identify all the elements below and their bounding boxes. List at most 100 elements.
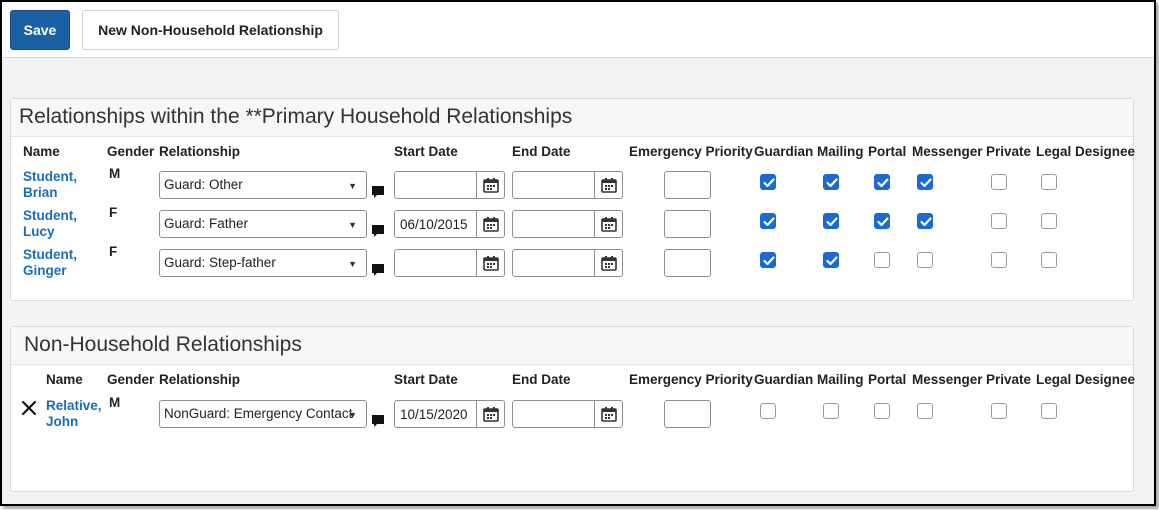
gender-value: M	[109, 395, 121, 410]
relationship-select[interactable]: Guard: Other ▼	[159, 171, 367, 199]
chevron-down-icon: ▼	[348, 410, 357, 420]
portal-checkbox[interactable]	[874, 213, 890, 229]
calendar-icon[interactable]	[476, 401, 504, 427]
table-row: Student, Lucy F Guard: Father ▼ 06/10/2015	[11, 205, 1133, 247]
calendar-icon[interactable]	[594, 401, 622, 427]
mailing-checkbox[interactable]	[823, 403, 839, 419]
checkmark-icon	[763, 178, 775, 188]
legal-designee-checkbox[interactable]	[1041, 174, 1057, 190]
comment-icon[interactable]	[371, 263, 385, 277]
relationship-select[interactable]: NonGuard: Emergency Contact ▼	[159, 400, 367, 428]
checkmark-icon	[877, 178, 889, 188]
person-name-link[interactable]: Student, Brian	[23, 169, 77, 201]
column-header-mailing: Mailing	[817, 372, 864, 387]
new-non-household-relationship-button[interactable]: New Non-Household Relationship	[82, 10, 339, 50]
guardian-checkbox[interactable]	[760, 213, 776, 229]
primary-household-panel: Relationships within the **Primary House…	[10, 98, 1136, 301]
calendar-icon[interactable]	[594, 172, 622, 198]
comment-icon[interactable]	[371, 224, 385, 238]
emergency-priority-field[interactable]	[664, 249, 711, 277]
start-date-field[interactable]: 10/15/2020	[394, 400, 505, 428]
column-header-name: Name	[46, 372, 83, 387]
column-header-name: Name	[23, 144, 60, 159]
save-button[interactable]: Save	[10, 10, 70, 50]
mailing-checkbox[interactable]	[823, 252, 839, 268]
person-name-link[interactable]: Student, Lucy	[23, 208, 77, 240]
mailing-checkbox[interactable]	[823, 213, 839, 229]
messenger-checkbox[interactable]	[917, 403, 933, 419]
column-header-messenger: Messenger	[912, 144, 983, 159]
portal-checkbox[interactable]	[874, 174, 890, 190]
comment-icon	[372, 186, 384, 198]
person-name-link[interactable]: Student, Ginger	[23, 247, 77, 279]
checkmark-icon	[920, 217, 932, 227]
column-header-end-date: End Date	[512, 372, 571, 387]
messenger-checkbox[interactable]	[917, 252, 933, 268]
column-header-gender: Gender	[107, 144, 155, 159]
calendar-icon[interactable]	[476, 172, 504, 198]
column-header-messenger: Messenger	[912, 372, 983, 387]
comment-icon[interactable]	[371, 414, 385, 428]
chevron-down-icon: ▼	[348, 220, 357, 230]
gender-value: F	[109, 244, 118, 259]
calendar-icon	[601, 178, 617, 193]
end-date-field[interactable]	[512, 249, 623, 277]
table-row: Relative, John M NonGuard: Emergency Contac…	[11, 395, 1133, 437]
legal-designee-checkbox[interactable]	[1041, 403, 1057, 419]
calendar-icon	[601, 407, 617, 422]
column-header-portal: Portal	[868, 372, 907, 387]
portal-checkbox[interactable]	[874, 252, 890, 268]
private-checkbox[interactable]	[991, 252, 1007, 268]
column-header-private: Private	[986, 144, 1032, 159]
column-header-emergency-priority: Emergency Priority	[629, 372, 753, 387]
calendar-icon[interactable]	[594, 250, 622, 276]
comment-icon	[372, 264, 384, 276]
end-date-field[interactable]	[512, 171, 623, 199]
column-header-legal-designee: Legal Designee	[1036, 144, 1136, 159]
mailing-checkbox[interactable]	[823, 174, 839, 190]
column-header-relationship: Relationship	[159, 144, 241, 159]
end-date-field[interactable]	[512, 400, 623, 428]
non-household-title: Non-Household Relationships	[11, 327, 1133, 365]
column-header-start-date: Start Date	[394, 372, 458, 387]
legal-designee-checkbox[interactable]	[1041, 213, 1057, 229]
private-checkbox[interactable]	[991, 213, 1007, 229]
messenger-checkbox[interactable]	[917, 174, 933, 190]
checkmark-icon	[920, 178, 932, 188]
delete-x-icon[interactable]	[21, 400, 37, 416]
messenger-checkbox[interactable]	[917, 213, 933, 229]
portal-checkbox[interactable]	[874, 403, 890, 419]
table-row: Student, Ginger F Guard: Step-father ▼	[11, 244, 1133, 286]
legal-designee-checkbox[interactable]	[1041, 252, 1057, 268]
emergency-priority-field[interactable]	[664, 400, 711, 428]
comment-icon[interactable]	[371, 185, 385, 199]
emergency-priority-field[interactable]	[664, 171, 711, 199]
end-date-field[interactable]	[512, 210, 623, 238]
emergency-priority-field[interactable]	[664, 210, 711, 238]
relationship-selected-value: Guard: Father	[164, 216, 249, 231]
checkmark-icon	[763, 256, 775, 266]
person-first-name: John	[46, 414, 79, 429]
start-date-field[interactable]: 06/10/2015	[394, 210, 505, 238]
relationship-select[interactable]: Guard: Step-father ▼	[159, 249, 367, 277]
guardian-checkbox[interactable]	[760, 403, 776, 419]
calendar-icon[interactable]	[476, 250, 504, 276]
calendar-icon[interactable]	[476, 211, 504, 237]
guardian-checkbox[interactable]	[760, 174, 776, 190]
calendar-icon[interactable]	[594, 211, 622, 237]
non-household-panel: Non-Household Relationships Name Gender Re…	[10, 326, 1135, 492]
person-name-link[interactable]: Relative, John	[46, 398, 102, 430]
column-header-private: Private	[986, 372, 1032, 387]
guardian-checkbox[interactable]	[760, 252, 776, 268]
relationship-select[interactable]: Guard: Father ▼	[159, 210, 367, 238]
relationship-selected-value: Guard: Other	[164, 177, 243, 192]
private-checkbox[interactable]	[991, 174, 1007, 190]
person-first-name: Ginger	[23, 263, 67, 278]
comment-icon	[372, 415, 384, 427]
toolbar: Save New Non-Household Relationship	[2, 2, 1154, 58]
person-last-name: Relative,	[46, 398, 102, 413]
start-date-field[interactable]	[394, 171, 505, 199]
private-checkbox[interactable]	[991, 403, 1007, 419]
calendar-icon	[601, 256, 617, 271]
start-date-field[interactable]	[394, 249, 505, 277]
